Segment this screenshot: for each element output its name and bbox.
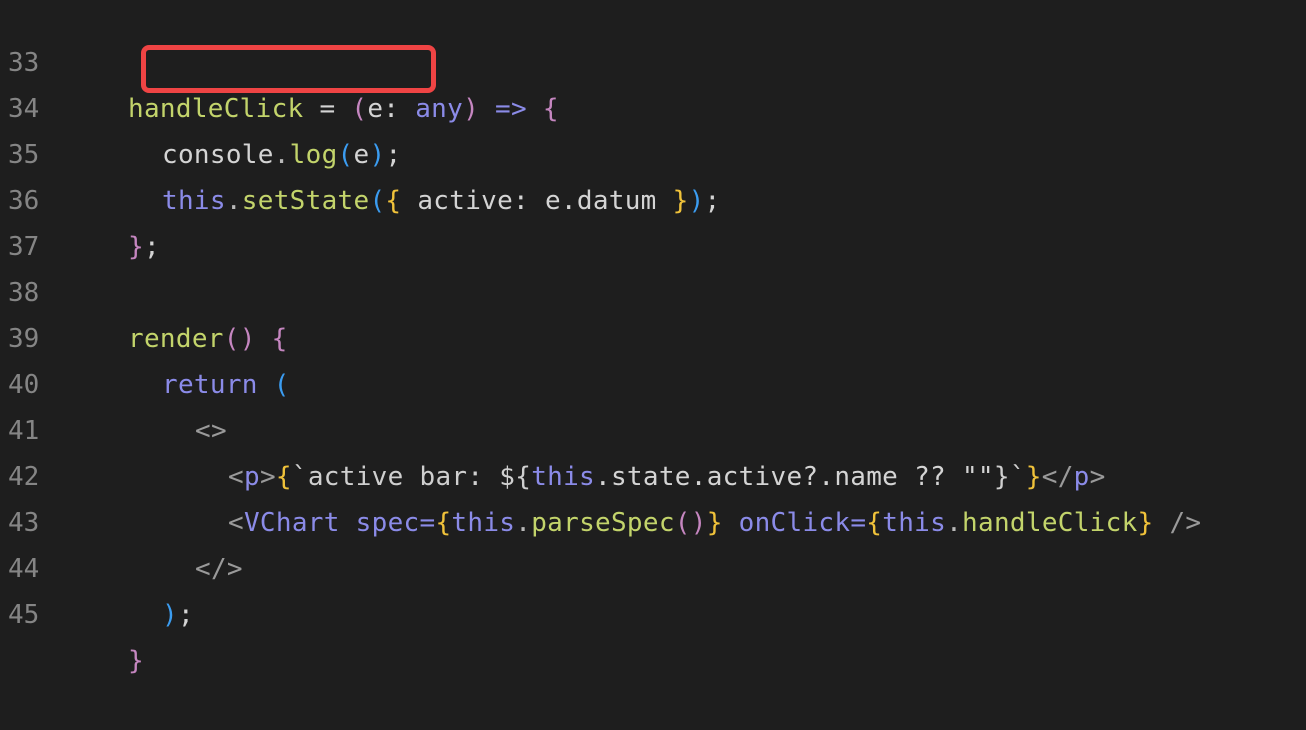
code-text: <p>{`active bar: ${this.state.active?.na… (228, 454, 1106, 500)
code-text: <> (195, 408, 227, 454)
jsx-attribute: onClick= (722, 508, 867, 538)
code-line-37[interactable]: 37 (0, 178, 63, 262)
method-name: log (289, 140, 338, 170)
code-line-40[interactable]: 40 <> (0, 316, 227, 446)
brace: { (385, 186, 402, 216)
tag-bracket: < (228, 462, 244, 492)
brace: } (128, 646, 144, 676)
code-line-43[interactable]: 43 </> (0, 454, 243, 584)
param: e: (367, 94, 416, 124)
code-text: render() { (128, 316, 288, 362)
keyword: return (162, 370, 258, 400)
brace: } (706, 508, 723, 538)
brace: } (1137, 508, 1154, 538)
code-text: </> (195, 546, 243, 592)
brace: { (435, 508, 452, 538)
paren: () (223, 324, 256, 354)
keyword: this (162, 186, 226, 216)
paren: ( (369, 186, 386, 216)
tag-bracket: </ (1041, 462, 1074, 492)
semicolon: ; (704, 186, 721, 216)
dot: . (946, 508, 963, 538)
object-body: active: e.datum (401, 186, 673, 216)
brace: } (128, 232, 144, 262)
tag-bracket: > (259, 462, 276, 492)
paren: ) (463, 94, 480, 124)
code-line-41[interactable]: 41 <p>{`active bar: ${this.state.active?… (0, 362, 1105, 492)
brace: } (672, 186, 689, 216)
template-string: `active bar: ${ (291, 462, 532, 492)
brace: { (866, 508, 883, 538)
paren: () (674, 508, 707, 538)
paren: ) (369, 140, 386, 170)
method-name: parseSpec (531, 508, 675, 538)
tag-bracket: < (228, 508, 244, 538)
code-text: ); (162, 592, 194, 638)
highlight-box (141, 45, 436, 93)
code-text: <VChart spec={this.parseSpec()} onClick=… (228, 500, 1201, 546)
tag-bracket: /> (1153, 508, 1202, 538)
paren: ) (162, 600, 178, 630)
paren: ( (337, 140, 354, 170)
type-keyword: any (415, 94, 464, 124)
brace: { (275, 462, 292, 492)
code-text: this.setState({ active: e.datum }); (162, 178, 721, 224)
keyword: this (882, 508, 947, 538)
identifier: e (353, 140, 370, 170)
code-line-38[interactable]: 38 render() { (0, 224, 287, 354)
method-name: setState (241, 186, 370, 216)
keyword: this (451, 508, 516, 538)
paren: ( (257, 370, 290, 400)
method-name: handleClick (962, 508, 1138, 538)
tag-name: p (1073, 462, 1090, 492)
method-name: handleClick (128, 94, 304, 124)
jsx-attribute: spec= (339, 508, 436, 538)
arrow: => (479, 94, 543, 124)
code-line-36[interactable]: 36 }; (0, 132, 160, 262)
paren: ( (351, 94, 368, 124)
brace: { (542, 94, 559, 124)
dot: . (273, 140, 290, 170)
brace: } (1025, 462, 1042, 492)
expression: .state.active?.name ?? "" (595, 462, 994, 492)
line-number: 45 (8, 600, 40, 630)
operator: = (303, 94, 352, 124)
dot: . (515, 508, 532, 538)
code-line-44[interactable]: 44 ); (0, 500, 194, 630)
semicolon: ; (385, 140, 402, 170)
code-line-33[interactable]: 33 handleClick = (e: any) => { (0, 0, 559, 124)
brace: { (255, 324, 288, 354)
jsx-fragment: </> (195, 554, 243, 584)
code-line-39[interactable]: 39 return ( (0, 270, 289, 400)
semicolon: ; (143, 232, 160, 262)
paren: ) (688, 186, 705, 216)
code-text: } (128, 638, 144, 684)
jsx-fragment: <> (195, 416, 227, 446)
method-name: render (128, 324, 224, 354)
identifier: console (162, 140, 274, 170)
code-line-34[interactable]: 34 console.log(e); (0, 40, 401, 170)
tag-bracket: > (1089, 462, 1106, 492)
code-line-42[interactable]: 42 <VChart spec={this.parseSpec()} onCli… (0, 408, 1201, 538)
code-line-35[interactable]: 35 this.setState({ active: e.datum }); (0, 86, 720, 216)
semicolon: ; (177, 600, 194, 630)
tag-name: p (243, 462, 260, 492)
keyword: this (531, 462, 596, 492)
dot: . (225, 186, 242, 216)
template-string: }` (993, 462, 1026, 492)
code-text: console.log(e); (162, 132, 401, 178)
code-line-45[interactable]: 45 } (0, 546, 144, 676)
code-text: }; (128, 224, 160, 270)
code-text: return ( (162, 362, 290, 408)
component-name: VChart (243, 508, 340, 538)
